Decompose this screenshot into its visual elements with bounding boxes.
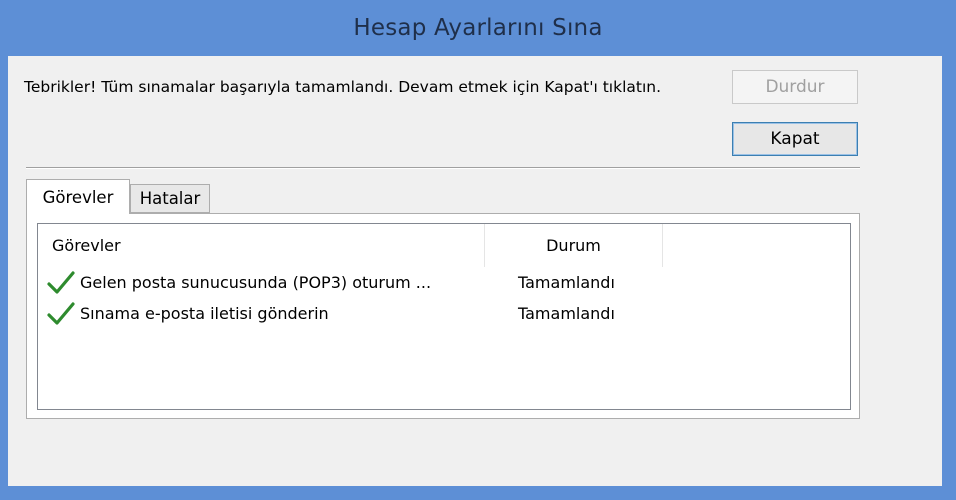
stop-button[interactable]: Durdur bbox=[732, 70, 858, 104]
task-name: Sınama e-posta iletisi gönderin bbox=[80, 304, 329, 323]
task-name: Gelen posta sunucusunda (POP3) oturum ..… bbox=[80, 273, 432, 292]
result-message: Tebrikler! Tüm sınamalar başarıyla tamam… bbox=[24, 78, 662, 96]
task-status: Tamamlandı bbox=[518, 304, 615, 323]
task-status: Tamamlandı bbox=[518, 273, 615, 292]
list-header: Görevler Durum bbox=[38, 224, 850, 267]
tasks-list-view[interactable]: Görevler Durum Gelen posta sunucusunda (… bbox=[37, 223, 851, 410]
green-check-icon bbox=[46, 271, 76, 295]
column-header-tasks[interactable]: Görevler bbox=[38, 224, 485, 267]
table-row[interactable]: Sınama e-posta iletisi gönderin Tamamlan… bbox=[38, 299, 850, 329]
green-check-icon bbox=[46, 302, 76, 326]
table-row[interactable]: Gelen posta sunucusunda (POP3) oturum ..… bbox=[38, 268, 850, 298]
title-bar[interactable]: Hesap Ayarlarını Sına bbox=[0, 0, 956, 56]
tab-tasks[interactable]: Görevler bbox=[26, 179, 130, 214]
tab-errors[interactable]: Hatalar bbox=[130, 184, 210, 213]
dialog-window: Hesap Ayarlarını Sına Tebrikler! Tüm sın… bbox=[0, 0, 956, 500]
column-header-status[interactable]: Durum bbox=[485, 224, 663, 267]
column-header-empty[interactable] bbox=[663, 224, 850, 267]
separator-line bbox=[26, 167, 860, 169]
dialog-client-area: Tebrikler! Tüm sınamalar başarıyla tamam… bbox=[8, 56, 942, 486]
tab-panel-tasks: Görevler Durum Gelen posta sunucusunda (… bbox=[26, 213, 860, 419]
close-button[interactable]: Kapat bbox=[732, 122, 858, 156]
window-title: Hesap Ayarlarını Sına bbox=[353, 15, 603, 41]
